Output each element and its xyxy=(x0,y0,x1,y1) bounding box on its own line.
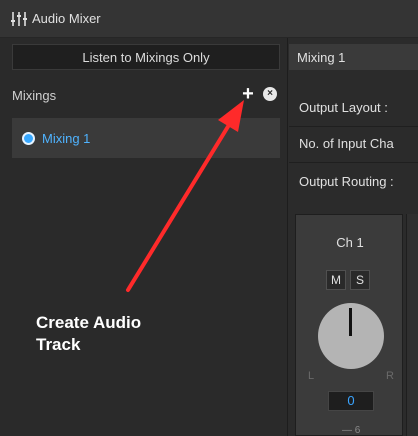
channel-name: Ch 1 xyxy=(336,235,364,250)
mixing-item-label: Mixing 1 xyxy=(42,130,91,146)
pan-knob[interactable] xyxy=(318,303,384,369)
remove-mixing-icon[interactable]: × xyxy=(263,87,277,101)
output-routing-label: Output Routing : xyxy=(299,174,394,189)
mixing-list-item[interactable]: Mixing 1 xyxy=(12,118,280,158)
mixer-sliders-icon xyxy=(11,11,27,26)
fader-scale-mark: — 6 xyxy=(342,425,361,436)
next-channel-strip xyxy=(406,214,418,436)
add-mixing-button[interactable]: + xyxy=(240,84,256,104)
tab-mixing-1[interactable]: Mixing 1 xyxy=(289,44,418,70)
mixings-panel: Listen to Mixings Only Mixings + × Mixin… xyxy=(0,38,288,436)
title-bar: Audio Mixer xyxy=(0,0,418,38)
pan-right-label: R xyxy=(386,370,394,382)
window-title: Audio Mixer xyxy=(32,11,101,26)
mixings-header: Mixings + × xyxy=(12,82,288,108)
mixing-properties-panel: Mixing 1 Output Layout : No. of Input Ch… xyxy=(289,38,418,436)
channel-area: Ch 1 M S L R 0 — 6 xyxy=(289,208,418,436)
listen-to-mixings-button[interactable]: Listen to Mixings Only xyxy=(12,44,280,70)
divider xyxy=(289,162,418,163)
radio-selected-icon[interactable] xyxy=(22,131,35,145)
divider xyxy=(289,126,418,127)
mixings-label: Mixings xyxy=(12,87,57,103)
annotation-line-1: Create Audio xyxy=(36,313,142,332)
pan-left-label: L xyxy=(308,370,315,382)
mute-button[interactable]: M xyxy=(326,270,346,290)
output-layout-label: Output Layout : xyxy=(299,100,388,115)
input-channels-label: No. of Input Cha xyxy=(299,136,394,151)
pan-value-field[interactable]: 0 xyxy=(328,391,374,411)
annotation-line-2: Track xyxy=(36,335,81,354)
annotation-label: Create Audio Track xyxy=(36,312,196,356)
knob-pointer xyxy=(349,308,352,336)
channel-strip: Ch 1 M S L R 0 — 6 xyxy=(295,214,403,436)
solo-button[interactable]: S xyxy=(350,270,370,290)
